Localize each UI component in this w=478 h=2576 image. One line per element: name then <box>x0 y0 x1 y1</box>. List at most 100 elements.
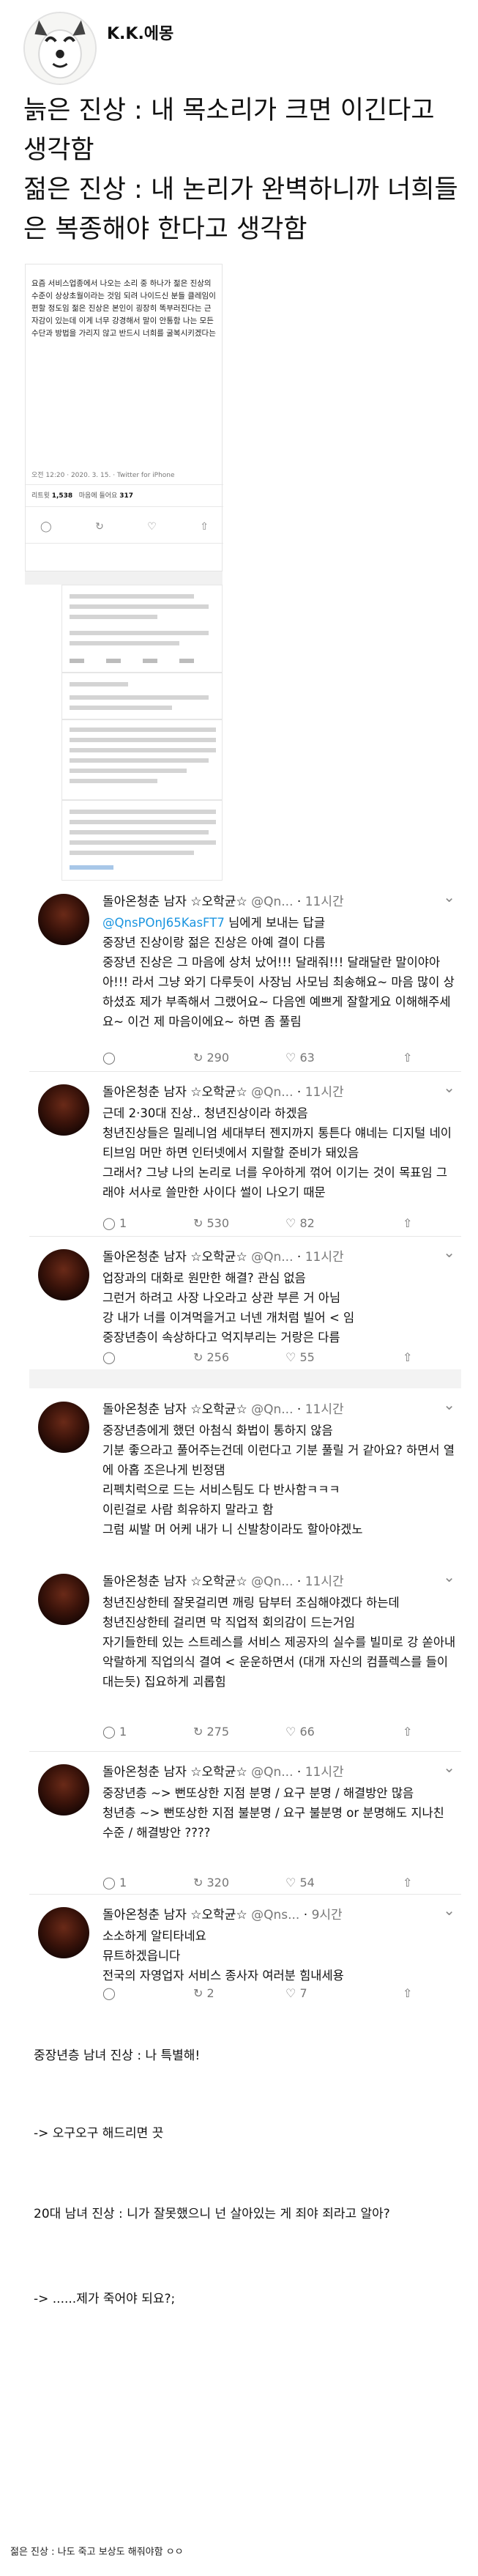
blurred-text-lines <box>70 682 209 710</box>
reply-icon[interactable]: ◯ <box>40 521 52 533</box>
reply-text: 중장년층에게 했던 아첨식 화법이 통하지 않음 기분 좋으라고 풀어주는건데 … <box>102 1424 455 1536</box>
reply-header: 돌아온청춘 남자 ☆오학균☆ @Qn... · 11시간 <box>102 1085 344 1100</box>
reply-handle: @Qn... <box>251 1402 294 1417</box>
post-line-2: 젊은 진상 : 내 논리가 완벽하니까 너희들은 복종해야 한다고 생각함 <box>23 175 458 244</box>
summary-line-1: 중장년층 남녀 진상 : 나 특별해! <box>34 2048 201 2063</box>
more-options-icon[interactable]: ⌄ <box>443 1243 455 1261</box>
reply-icon[interactable]: ◯ <box>102 1051 116 1065</box>
reply-avatar[interactable] <box>38 1574 89 1625</box>
reply-time: 11시간 <box>305 1402 344 1417</box>
more-options-icon[interactable]: ⌄ <box>443 1568 455 1585</box>
reply-icon[interactable]: ◯ <box>102 1350 116 1364</box>
reply-handle: @Qns... <box>251 1908 300 1922</box>
thread-reply: 돌아온청춘 남자 ☆오학균☆ @Qn... · 11시간 ⌄ 청년진상한테 잘못… <box>29 1568 461 1751</box>
reply-avatar[interactable] <box>38 1402 89 1453</box>
reply-author[interactable]: 돌아온청춘 남자 ☆오학균☆ <box>102 1085 247 1100</box>
reply-time: 11시간 <box>305 895 344 909</box>
quoted-tweet-text: 요즘 서비스업종에서 나오는 소리 중 하나가 젊은 진상의 수준이 상상초월이… <box>31 279 216 338</box>
retweet-icon[interactable]: ↻ 256 <box>193 1350 229 1364</box>
reply-actions: ◯ ↻ 290 ♡ 63 ⇧ <box>102 1051 447 1068</box>
retweet-icon[interactable]: ↻ 290 <box>193 1051 229 1065</box>
author-avatar[interactable] <box>23 12 97 85</box>
reply-icon[interactable]: ◯ 1 <box>102 1876 127 1890</box>
reply-time: 11시간 <box>305 1085 344 1100</box>
reply-text: 업장과의 대화로 원만한 해결? 관심 없음 그런거 하려고 사장 나오라고 상… <box>102 1271 355 1344</box>
reply-icon[interactable]: ◯ 1 <box>102 1216 127 1230</box>
like-icon[interactable]: ♡ 7 <box>285 1986 307 2000</box>
likes-label: 마음에 들어요 <box>78 492 118 500</box>
reply-handle: @Qn... <box>251 1765 294 1780</box>
reply-author[interactable]: 돌아온청춘 남자 ☆오학균☆ <box>102 895 247 909</box>
reply-mention[interactable]: @QnsPOnJ65KasFT7 <box>102 916 225 930</box>
share-icon[interactable]: ⇧ <box>403 1216 412 1230</box>
reply-icon[interactable]: ◯ <box>102 1986 116 2000</box>
footer-caption: 젊은 진상 : 나도 죽고 보상도 해줘야함 ㅇㅇ <box>10 2547 184 2558</box>
reply-author[interactable]: 돌아온청춘 남자 ☆오학균☆ <box>102 1765 247 1780</box>
share-icon[interactable]: ⇧ <box>403 1876 412 1890</box>
more-options-icon[interactable]: ⌄ <box>443 888 455 906</box>
share-icon[interactable]: ⇧ <box>403 1986 412 2000</box>
reply-actions: ◯ 1 ↻ 530 ♡ 82 ⇧ <box>102 1216 447 1234</box>
share-icon[interactable]: ⇧ <box>403 1350 412 1364</box>
thread-reply: 돌아온청춘 남자 ☆오학균☆ @Qn... · 11시간 ⌄ 중장년층 ~> 뻔… <box>29 1758 461 1894</box>
share-icon[interactable]: ⇧ <box>200 521 209 533</box>
like-icon[interactable]: ♡ <box>147 521 157 533</box>
more-options-icon[interactable]: ⌄ <box>443 1901 455 1919</box>
reply-header: 돌아온청춘 남자 ☆오학균☆ @Qn... · 11시간 <box>102 1250 344 1265</box>
reply-avatar[interactable] <box>38 1084 89 1136</box>
reply-handle: @Qn... <box>251 895 294 909</box>
thread-reply: 돌아온청춘 남자 ☆오학균☆ @Qns... · 9시간 ⌄ 소소하게 알티타네… <box>29 1901 461 2000</box>
reply-handle: @Qn... <box>251 1574 294 1589</box>
reply-header: 돌아온청춘 남자 ☆오학균☆ @Qns... · 9시간 <box>102 1908 343 1922</box>
quoted-tweet-meta: 오전 12:20 · 2020. 3. 15. · Twitter for iP… <box>31 472 175 479</box>
retweets-label: 리트윗 <box>31 492 50 500</box>
more-options-icon[interactable]: ⌄ <box>443 1396 455 1413</box>
like-count: 63 <box>299 1051 315 1065</box>
reply-text: 소소하게 알티타네요 뮤트하겠읍니다 전국의 자영업자 서비스 종사자 여러분 … <box>102 1929 344 1983</box>
retweet-icon[interactable]: ↻ 275 <box>193 1725 229 1739</box>
like-icon[interactable]: ♡ 55 <box>285 1350 315 1364</box>
reply-icon[interactable]: ◯ 1 <box>102 1725 127 1739</box>
like-icon[interactable]: ♡ 66 <box>285 1725 315 1739</box>
reply-avatar[interactable] <box>38 894 89 945</box>
reply-avatar[interactable] <box>38 1249 89 1300</box>
quoted-tweet-stats: 리트윗 1,538 마음에 들어요 317 <box>31 490 133 500</box>
retweet-icon[interactable]: ↻ <box>95 521 104 533</box>
reply-actions: ◯ ↻ 2 ♡ 7 ⇧ <box>102 1986 447 2004</box>
divider <box>29 1751 461 1752</box>
separator-band <box>29 1369 461 1388</box>
more-options-icon[interactable]: ⌄ <box>443 1758 455 1776</box>
reply-author[interactable]: 돌아온청춘 남자 ☆오학균☆ <box>102 1250 247 1265</box>
retweet-icon[interactable]: ↻ 530 <box>193 1216 229 1230</box>
retweet-icon[interactable]: ↻ 2 <box>193 1986 214 2000</box>
reply-author[interactable]: 돌아온청춘 남자 ☆오학균☆ <box>102 1402 247 1417</box>
reply-handle: @Qn... <box>251 1250 294 1265</box>
reply-count: 1 <box>119 1216 127 1230</box>
divider <box>26 484 223 485</box>
like-count: 82 <box>299 1216 315 1230</box>
retweet-icon[interactable]: ↻ 320 <box>193 1876 229 1890</box>
quoted-tweet: 요즘 서비스업종에서 나오는 소리 중 하나가 젊은 진상의 수준이 상상초월이… <box>25 264 223 571</box>
like-icon[interactable]: ♡ 54 <box>285 1876 315 1890</box>
blurred-text-lines <box>70 810 216 870</box>
reply-handle: @Qn... <box>251 1085 294 1100</box>
retweet-count: 2 <box>206 1986 214 2000</box>
divider <box>29 1236 461 1237</box>
more-options-icon[interactable]: ⌄ <box>443 1078 455 1096</box>
blurred-reply-card <box>61 585 223 673</box>
like-icon[interactable]: ♡ 82 <box>285 1216 315 1230</box>
thread-reply: 돌아온청춘 남자 ☆오학균☆ @Qn... · 11시간 ⌄ 근데 2·30대 … <box>29 1078 461 1236</box>
author-name[interactable]: K.K.에몽 <box>107 21 173 44</box>
reply-avatar[interactable] <box>38 1764 89 1816</box>
reply-avatar[interactable] <box>38 1907 89 1958</box>
share-icon[interactable]: ⇧ <box>403 1725 412 1739</box>
reply-header: 돌아온청춘 남자 ☆오학균☆ @Qn... · 11시간 <box>102 1402 344 1417</box>
reply-author[interactable]: 돌아온청춘 남자 ☆오학균☆ <box>102 1908 247 1922</box>
reply-author[interactable]: 돌아온청춘 남자 ☆오학균☆ <box>102 1574 247 1589</box>
reply-count: 1 <box>119 1725 127 1739</box>
divider <box>29 1071 461 1072</box>
share-icon[interactable]: ⇧ <box>403 1051 412 1065</box>
post-line-1: 늙은 진상 : 내 목소리가 크면 이긴다고 생각함 <box>23 96 435 165</box>
like-icon[interactable]: ♡ 63 <box>285 1051 315 1065</box>
reply-time: 9시간 <box>311 1908 343 1922</box>
